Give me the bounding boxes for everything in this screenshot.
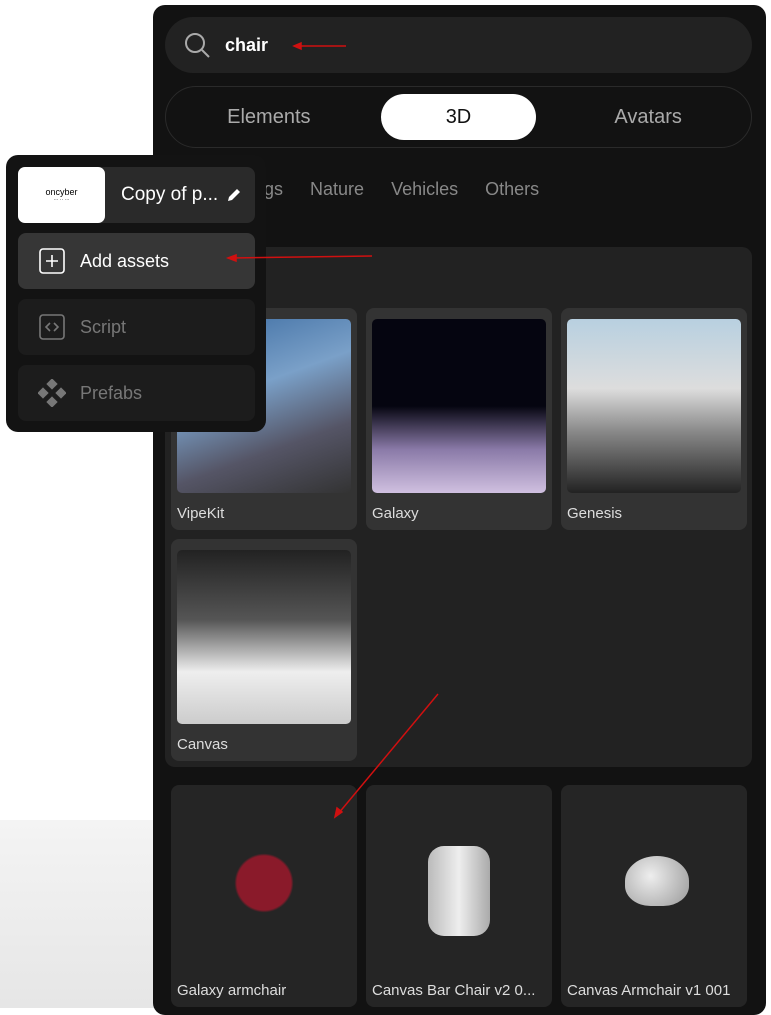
asset-card-canvas-bar-chair[interactable]: Canvas Bar Chair v2 0... [366,785,552,1007]
project-menu: oncyber ··· ·· ··· Copy of p... Add asset… [6,155,266,432]
thumbnail-logo-text: oncyber [45,187,78,197]
card-label: Galaxy armchair [177,982,287,999]
menu-item-label: Add assets [80,250,170,271]
menu-item-script[interactable]: Script [18,299,255,355]
category-filters: dings Nature Vehicles Others [240,179,539,200]
world-card-galaxy[interactable]: Galaxy [366,308,552,530]
world-card-genesis[interactable]: Genesis [561,308,747,530]
tab-bar: Elements 3D Avatars [165,86,752,148]
world-card-canvas[interactable]: Canvas [171,539,357,761]
asset-thumbnail [567,796,741,970]
tab-elements[interactable]: Elements [191,94,346,140]
search-input[interactable] [225,34,525,56]
asset-card-galaxy-armchair[interactable]: Galaxy armchair [171,785,357,1007]
search-icon [185,33,210,58]
world-thumbnail [177,550,351,724]
card-label: Canvas Armchair v1 001 [567,982,731,999]
card-label: Canvas [177,736,228,753]
menu-item-label: Prefabs [80,382,143,403]
search-bar[interactable] [165,17,752,73]
project-name: Copy of p... [121,184,219,205]
category-others[interactable]: Others [485,179,539,200]
pencil-icon[interactable] [226,187,242,203]
card-label: Canvas Bar Chair v2 0... [372,982,536,999]
world-thumbnail [567,319,741,493]
scene-floor [0,820,160,1008]
project-thumbnail: oncyber ··· ·· ··· [18,167,105,223]
menu-item-prefabs[interactable]: Prefabs [18,365,255,421]
code-icon [38,313,66,341]
menu-item-label: Script [80,316,127,337]
menu-item-add-assets[interactable]: Add assets [18,233,255,289]
world-thumbnail [372,319,546,493]
asset-thumbnail [372,796,546,970]
card-label: VipeKit [177,505,225,522]
tab-avatars[interactable]: Avatars [571,94,726,140]
card-label: Galaxy [372,505,419,522]
asset-card-canvas-armchair[interactable]: Canvas Armchair v1 001 [561,785,747,1007]
plus-square-icon [38,247,66,275]
category-nature[interactable]: Nature [310,179,364,200]
category-vehicles[interactable]: Vehicles [391,179,458,200]
project-header[interactable]: oncyber ··· ·· ··· Copy of p... [18,167,255,223]
prefabs-diamond-icon [38,379,66,407]
asset-thumbnail [177,796,351,970]
card-label: Genesis [567,505,623,522]
tab-3d[interactable]: 3D [380,94,536,140]
